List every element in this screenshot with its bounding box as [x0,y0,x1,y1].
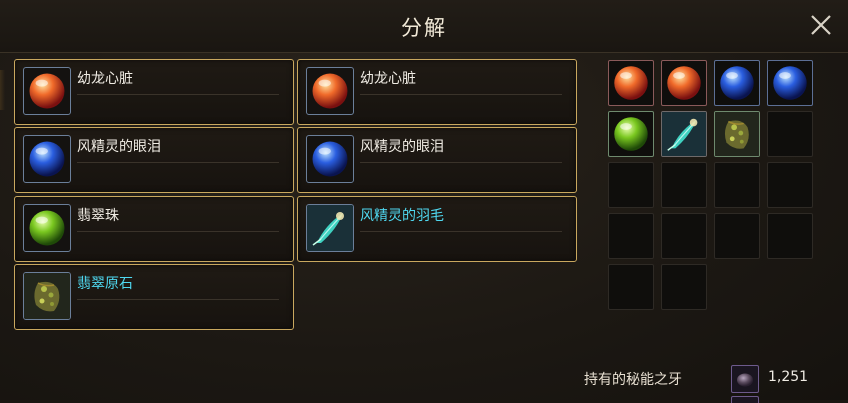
emerald-ore-icon [23,272,71,320]
red-orb-icon [609,61,653,105]
item-name: 风精灵的羽毛 [360,208,444,224]
green-orb-icon [609,112,653,156]
item-card[interactable]: 风精灵的眼泪 [14,127,294,193]
empty-slot[interactable] [661,213,707,259]
red-orb-icon [23,67,71,115]
empty-slot[interactable] [608,162,654,208]
blue-orb-icon [715,61,759,105]
item-divider [77,162,279,163]
item-name: 风精灵的眼泪 [77,139,161,155]
window-edge-decoration [0,70,5,110]
item-card[interactable]: 幼龙心脏 [14,59,294,125]
item-card[interactable]: 翡翠原石 [14,264,294,330]
title-bar: 分解 [0,0,848,53]
material-slot-blue-orb[interactable] [714,60,760,106]
item-divider [360,231,562,232]
material-slot-feather[interactable] [661,111,707,157]
red-orb-icon [662,61,706,105]
material-slot-blue-orb[interactable] [767,60,813,106]
empty-slot[interactable] [661,162,707,208]
currency-amount: 1,251 [768,369,809,385]
item-divider [77,299,279,300]
item-name: 翡翠原石 [77,276,133,292]
close-icon [811,15,831,35]
empty-slot[interactable] [767,162,813,208]
item-name: 幼龙心脏 [77,71,133,87]
blue-orb-icon [306,135,354,183]
empty-slot[interactable] [661,264,707,310]
green-orb-icon [23,204,71,252]
item-divider [360,162,562,163]
empty-slot[interactable] [767,111,813,157]
item-name: 翡翠珠 [77,208,119,224]
blue-orb-icon [768,61,812,105]
feather-icon [662,112,706,156]
material-slot-green-orb[interactable] [608,111,654,157]
blue-orb-icon [23,135,71,183]
empty-slot[interactable] [714,162,760,208]
window-title: 分解 [401,16,447,40]
emerald-ore-icon [715,112,759,156]
item-name: 幼龙心脏 [360,71,416,87]
empty-slot[interactable] [608,264,654,310]
fang-stone-icon [731,365,759,393]
item-divider [77,231,279,232]
item-name: 风精灵的眼泪 [360,139,444,155]
item-card[interactable]: 翡翠珠 [14,196,294,262]
empty-slot[interactable] [714,213,760,259]
red-orb-icon [306,67,354,115]
close-button[interactable] [808,12,834,38]
item-card[interactable]: 风精灵的羽毛 [297,196,577,262]
empty-slot[interactable] [608,213,654,259]
material-slot-red-orb[interactable] [661,60,707,106]
feather-icon [306,204,354,252]
item-divider [77,94,279,95]
material-slot-emerald-ore[interactable] [714,111,760,157]
currency-label: 持有的秘能之牙 [584,372,682,388]
item-card[interactable]: 幼龙心脏 [297,59,577,125]
material-slot-red-orb[interactable] [608,60,654,106]
item-divider [360,94,562,95]
item-card[interactable]: 风精灵的眼泪 [297,127,577,193]
empty-slot[interactable] [767,213,813,259]
disassemble-window: 分解 幼龙心脏 幼龙心脏 风精灵的眼泪 风精灵的眼泪 翡翠珠 风精灵的羽毛 翡翠… [0,0,848,403]
